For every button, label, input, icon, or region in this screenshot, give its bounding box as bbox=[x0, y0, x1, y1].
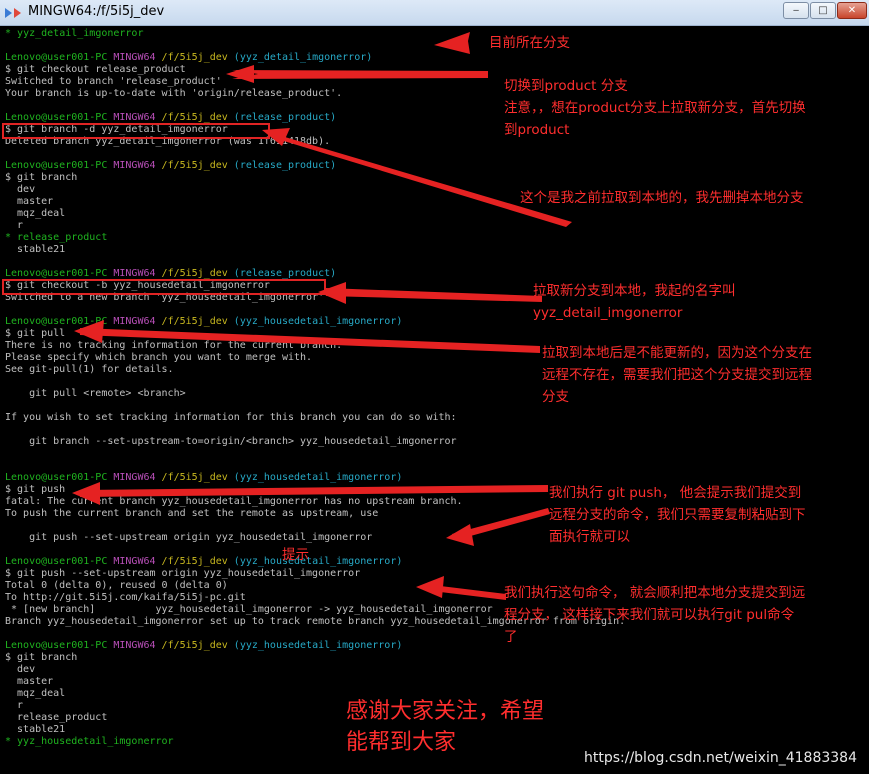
minimize-button[interactable]: ‒ bbox=[783, 2, 809, 19]
window-title: MINGW64:/f/5i5j_dev bbox=[28, 4, 165, 19]
arrow-delete-local-head bbox=[262, 128, 290, 146]
arrow-pull bbox=[80, 328, 540, 353]
arrow-new-branch-head bbox=[318, 282, 346, 304]
arrow-new-branch bbox=[326, 288, 542, 302]
arrow-pull-head bbox=[74, 320, 104, 343]
arrow-switch-branch-head bbox=[226, 65, 254, 83]
arrow-push-head bbox=[72, 482, 100, 505]
close-button[interactable]: ✕ bbox=[837, 2, 867, 19]
mingw-app-icon bbox=[5, 8, 21, 18]
arrow-switch-branch bbox=[232, 70, 488, 79]
maximize-button[interactable]: □ bbox=[810, 2, 836, 19]
csdn-watermark: https://blog.csdn.net/weixin_41883384 bbox=[583, 750, 857, 766]
arrow-push bbox=[80, 485, 548, 497]
window-titlebar[interactable]: MINGW64:/f/5i5j_dev ‒ □ ✕ bbox=[0, 0, 869, 26]
annotation-arrows bbox=[72, 32, 572, 600]
arrow-push-result-head bbox=[416, 576, 444, 598]
terminal-output[interactable]: * yyz_detail_imgonerror Lenovo@user001-PC… bbox=[0, 26, 869, 774]
arrow-current-branch bbox=[434, 32, 470, 54]
arrow-delete-local bbox=[268, 132, 572, 227]
arrow-push-command-head bbox=[446, 524, 474, 546]
